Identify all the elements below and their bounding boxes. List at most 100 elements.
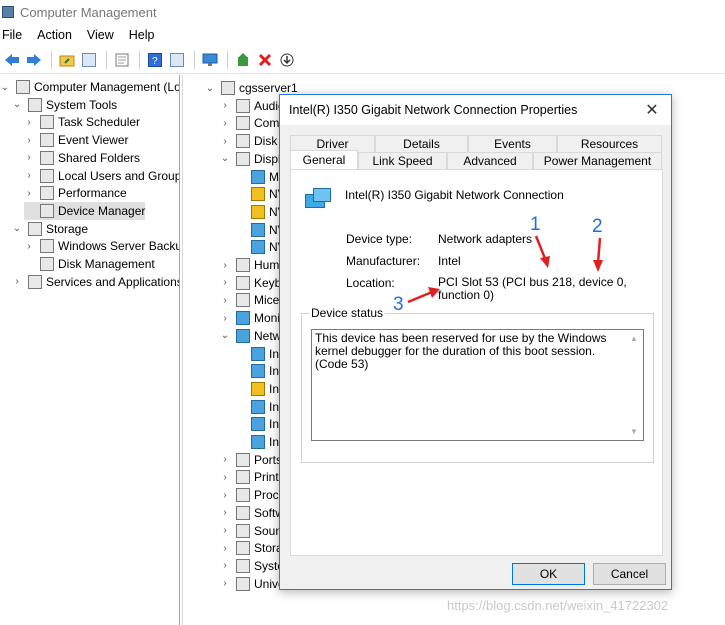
tab-events[interactable]: Events: [468, 135, 557, 152]
network-adapter-warning-icon: [251, 381, 265, 396]
console-tree-item[interactable]: › Event Viewer: [24, 131, 128, 149]
show-hide-tree-icon[interactable]: [79, 50, 99, 70]
console-tree-item[interactable]: Device Manager: [24, 201, 146, 220]
menu-file[interactable]: File: [0, 28, 29, 42]
expand-icon[interactable]: ›: [220, 313, 230, 324]
update-driver-icon[interactable]: [233, 50, 253, 70]
expand-icon[interactable]: ›: [220, 507, 230, 518]
collapse-icon[interactable]: ⌄: [220, 153, 230, 164]
expand-icon[interactable]: ›: [24, 135, 34, 146]
tree-item-label: Event Viewer: [58, 133, 129, 148]
device-tree-item[interactable]: › Audio: [220, 97, 285, 115]
device-type-value: Network adapters: [438, 232, 533, 246]
console-tree-item[interactable]: ⌄ Computer Management (Local: [0, 78, 179, 96]
expand-icon[interactable]: ›: [24, 241, 34, 252]
display-adapter-icon: [251, 169, 265, 184]
scroll-down-icon[interactable]: ▼: [630, 425, 638, 438]
expand-icon[interactable]: ›: [220, 543, 230, 554]
expand-icon[interactable]: ›: [220, 260, 230, 271]
annotation-3: 3: [393, 294, 404, 315]
tree-item-label: Windows Server Backup: [58, 239, 180, 254]
forward-icon[interactable]: [24, 50, 44, 70]
display-icon: [236, 151, 250, 166]
properties-icon[interactable]: [112, 50, 132, 70]
collapse-icon[interactable]: ⌄: [0, 82, 10, 93]
collapse-icon[interactable]: ⌄: [12, 223, 22, 234]
tab-details[interactable]: Details: [375, 135, 468, 152]
device-tree-item[interactable]: ⌄ Displa: [220, 150, 287, 168]
location-label: Location:: [346, 276, 395, 290]
device-tree-item[interactable]: › Keybo: [220, 274, 288, 292]
status-message: This device has been reserved for use by…: [315, 331, 607, 371]
status-scrollbar[interactable]: ▲ ▼: [627, 330, 643, 440]
tab-advanced[interactable]: Advanced: [447, 152, 533, 169]
console-tree-item[interactable]: ⌄ System Tools: [12, 96, 117, 114]
task-scheduler-icon: [40, 115, 54, 130]
console-tree-item[interactable]: › Performance: [24, 184, 127, 202]
expand-icon[interactable]: ›: [220, 136, 230, 147]
collapse-icon[interactable]: ⌄: [12, 99, 22, 110]
menu-view[interactable]: View: [85, 28, 121, 42]
console-tree-item[interactable]: › Task Scheduler: [24, 113, 140, 131]
menu-help[interactable]: Help: [127, 28, 162, 42]
expand-icon[interactable]: ›: [24, 170, 34, 181]
expand-icon[interactable]: ›: [220, 525, 230, 536]
up-folder-icon[interactable]: [57, 50, 77, 70]
monitor-icon[interactable]: [200, 50, 220, 70]
tab-general[interactable]: General: [290, 150, 358, 169]
cancel-button[interactable]: Cancel: [593, 563, 666, 585]
expand-icon[interactable]: ›: [220, 454, 230, 465]
expand-icon[interactable]: ›: [220, 472, 230, 483]
title-bar: Computer Management: [0, 0, 725, 24]
computer-management-window: Computer Management File Action View Hel…: [0, 0, 725, 625]
expand-icon[interactable]: ›: [220, 100, 230, 111]
expand-icon[interactable]: ›: [220, 295, 230, 306]
expand-icon[interactable]: ›: [24, 188, 34, 199]
device-manager-icon: [40, 203, 54, 218]
general-tab-panel: Intel(R) I350 Gigabit Network Connection…: [290, 169, 663, 556]
collapse-icon[interactable]: ⌄: [205, 83, 215, 94]
network-adapter-icon: [251, 417, 265, 432]
tab-power-management[interactable]: Power Management: [533, 152, 662, 169]
console-tree-item[interactable]: › Local Users and Groups: [24, 167, 179, 185]
network-adapter-icon: [251, 346, 265, 361]
expand-icon[interactable]: ›: [220, 560, 230, 571]
device-status-text[interactable]: This device has been reserved for use by…: [311, 329, 644, 441]
expand-icon[interactable]: ›: [24, 152, 34, 163]
console-tree-item[interactable]: › Services and Applications: [12, 273, 179, 291]
expand-icon[interactable]: ›: [12, 276, 22, 287]
expand-icon[interactable]: ›: [220, 490, 230, 501]
tab-resources[interactable]: Resources: [557, 135, 662, 152]
software-icon: [236, 505, 250, 520]
tree-item-label: System Tools: [46, 97, 118, 112]
expand-icon[interactable]: ›: [220, 578, 230, 589]
scroll-up-icon[interactable]: ▲: [630, 332, 638, 345]
keyboard-icon: [236, 275, 250, 290]
console-tree-item[interactable]: Disk Management: [24, 255, 155, 273]
console-tree-item[interactable]: › Shared Folders: [24, 149, 140, 167]
ok-button[interactable]: OK: [512, 563, 585, 585]
close-icon[interactable]: ✕: [642, 100, 662, 120]
console-tree-item[interactable]: › Windows Server Backup: [24, 237, 180, 255]
back-icon[interactable]: [2, 50, 22, 70]
event-viewer-icon: [40, 133, 54, 148]
annotation-1: 1: [530, 214, 541, 235]
expand-icon[interactable]: ›: [220, 118, 230, 129]
toolbar-separator: [227, 50, 228, 69]
device-tree-item[interactable]: ⌄ Netwo: [220, 327, 288, 345]
tab-link-speed[interactable]: Link Speed: [358, 152, 447, 169]
help-icon[interactable]: ?: [145, 50, 165, 70]
tree-item-label: Disk Management: [58, 257, 155, 271]
menu-action[interactable]: Action: [35, 28, 79, 42]
expand-icon[interactable]: ›: [220, 277, 230, 288]
computer-icon: [236, 116, 250, 131]
dialog-title: Intel(R) I350 Gigabit Network Connection…: [289, 103, 578, 117]
expand-icon[interactable]: ›: [24, 117, 34, 128]
console-tree-item[interactable]: ⌄ Storage: [12, 220, 88, 238]
app-icon: [2, 6, 14, 18]
panel-icon[interactable]: [167, 50, 187, 70]
collapse-icon[interactable]: ⌄: [220, 330, 230, 341]
download-icon[interactable]: [277, 50, 297, 70]
uninstall-icon[interactable]: [255, 50, 275, 70]
toolbar-separator: [106, 50, 107, 69]
